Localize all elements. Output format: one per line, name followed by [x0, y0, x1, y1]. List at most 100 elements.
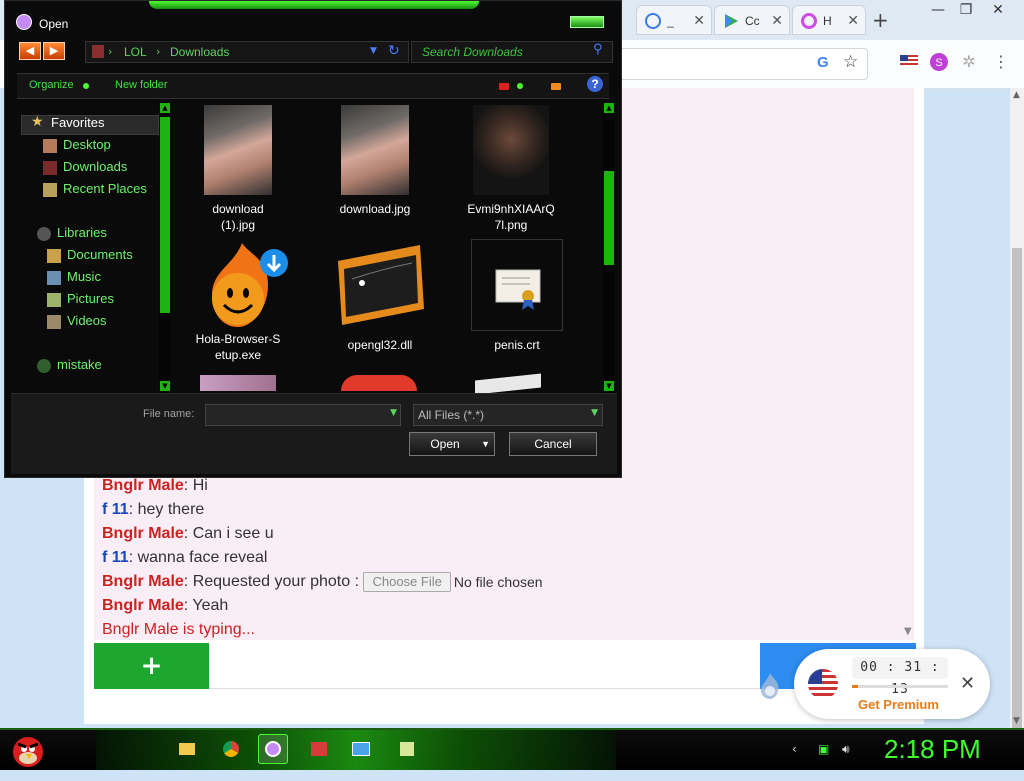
- chat-message: Bnglr Male: Yeah: [102, 596, 802, 620]
- computer-icon: [37, 359, 51, 373]
- file-explorer-icon[interactable]: [172, 734, 202, 764]
- forward-button[interactable]: ▶: [43, 42, 65, 60]
- file-item[interactable]: Hola-Browser-S etup.exe: [178, 239, 298, 363]
- search-downloads-input[interactable]: Search Downloads ⚲: [411, 41, 613, 63]
- extension-s-icon[interactable]: S: [928, 52, 950, 74]
- taskbar-clock[interactable]: 2:18 PM: [884, 734, 981, 765]
- breadcrumb[interactable]: › LOL › Downloads ▼ ↻: [85, 41, 409, 63]
- tray-arrow-icon[interactable]: ‹: [792, 742, 797, 756]
- bookmark-star-icon[interactable]: ☆: [843, 52, 858, 72]
- nav-label: Desktop: [63, 137, 111, 152]
- chevron-down-icon[interactable]: ▼: [591, 408, 598, 418]
- view-options-icon[interactable]: [499, 83, 509, 90]
- volume-icon[interactable]: 🔊︎: [842, 742, 850, 757]
- open-dropdown-icon[interactable]: ▼: [481, 433, 490, 455]
- close-tab-icon[interactable]: ✕: [771, 12, 783, 29]
- view-dropdown-icon[interactable]: [517, 83, 523, 89]
- svg-text:S: S: [935, 57, 942, 69]
- refresh-icon[interactable]: ↻: [388, 43, 400, 59]
- app-file-icon: [341, 375, 417, 391]
- message-text: : hey there: [128, 501, 205, 518]
- google-icon[interactable]: G: [817, 54, 829, 71]
- us-flag-extension-icon[interactable]: [898, 52, 920, 74]
- chat-message: Bnglr Male: Can i see u: [102, 524, 802, 548]
- browser-tab[interactable]: H ✕: [792, 5, 866, 35]
- file-item[interactable]: opengl32.dll: [320, 239, 440, 353]
- minimize-button[interactable]: —: [924, 2, 952, 18]
- organize-dropdown-icon[interactable]: [83, 83, 89, 89]
- file-item[interactable]: penis.crt: [457, 239, 577, 353]
- message-text: : Requested your photo :: [183, 573, 364, 591]
- add-attachment-button[interactable]: +: [94, 643, 209, 689]
- sticky-notes-icon[interactable]: [392, 734, 422, 764]
- cancel-button[interactable]: Cancel: [509, 432, 597, 456]
- scroll-down-icon[interactable]: ▼: [1013, 716, 1020, 726]
- file-item[interactable]: download (1).jpg: [178, 105, 298, 233]
- browser-tab[interactable]: _ ✕: [636, 5, 712, 35]
- extensions-puzzle-icon[interactable]: ✲: [958, 52, 980, 74]
- start-button-angry-bird-icon[interactable]: [6, 728, 48, 770]
- us-flag-icon: [808, 669, 838, 699]
- music-icon: [47, 271, 61, 285]
- scroll-up-icon[interactable]: ▲: [1013, 90, 1020, 100]
- display-settings-icon[interactable]: [346, 734, 376, 764]
- tab-title: H: [823, 14, 832, 28]
- tab-favicon-icon: [645, 13, 661, 29]
- chat-scroll-down-icon[interactable]: ▼: [904, 626, 912, 637]
- history-dropdown-icon[interactable]: ▼: [370, 46, 377, 56]
- message-text: : wanna face reveal: [128, 549, 268, 566]
- message-author: f 11: [102, 501, 129, 518]
- new-folder-button[interactable]: New folder: [115, 79, 168, 91]
- restore-button[interactable]: ❐: [952, 2, 980, 18]
- file-list-scrollbar[interactable]: ▲ ▼: [603, 101, 615, 393]
- close-window-button[interactable]: ✕: [984, 2, 1012, 18]
- scroll-down-icon[interactable]: ▼: [604, 381, 614, 391]
- dialog-close-button[interactable]: [570, 16, 604, 28]
- page-scrollbar[interactable]: ▲ ▼: [1010, 88, 1024, 728]
- file-name: download.jpg: [339, 202, 411, 216]
- file-name: Hola-Browser-S etup.exe: [195, 332, 281, 362]
- scroll-up-icon[interactable]: ▲: [160, 103, 170, 113]
- organize-menu[interactable]: Organize: [29, 79, 74, 91]
- browser-tab[interactable]: Cc ✕: [714, 5, 790, 35]
- chevron-down-icon[interactable]: ▼: [390, 408, 397, 418]
- file-item[interactable]: Evmi9nhXIAArQ 7l.png: [451, 105, 571, 233]
- back-button[interactable]: ◀: [19, 42, 41, 60]
- close-premium-icon[interactable]: ✕: [960, 673, 975, 694]
- pictures-icon: [47, 293, 61, 307]
- help-icon[interactable]: ?: [587, 76, 603, 92]
- scrollbar-thumb[interactable]: [604, 171, 614, 265]
- premium-widget: 00 : 31 : 13 Get Premium ✕: [794, 649, 990, 719]
- search-icon[interactable]: ⚲: [593, 42, 603, 57]
- close-tab-icon[interactable]: ✕: [693, 12, 705, 29]
- chat-message: Bnglr Male: Requested your photo : Choos…: [102, 572, 802, 596]
- nav-label: Favorites: [51, 115, 105, 130]
- breadcrumb-root[interactable]: LOL: [124, 45, 147, 59]
- choose-file-button[interactable]: Choose File: [363, 572, 451, 592]
- close-tab-icon[interactable]: ✕: [847, 12, 859, 29]
- scroll-down-icon[interactable]: ▼: [160, 381, 170, 391]
- breadcrumb-folder[interactable]: Downloads: [170, 45, 229, 59]
- open-button[interactable]: Open ▼: [409, 432, 495, 456]
- preview-pane-icon[interactable]: [551, 83, 561, 90]
- tab-title: _: [667, 14, 674, 28]
- get-premium-link[interactable]: Get Premium: [858, 697, 939, 712]
- scroll-up-icon[interactable]: ▲: [604, 103, 614, 113]
- file-type-select[interactable]: All Files (*.*) ▼: [413, 404, 603, 426]
- file-item[interactable]: download.jpg: [315, 105, 435, 217]
- nav-label: Documents: [67, 247, 133, 262]
- hola-flame-icon[interactable]: [758, 672, 782, 700]
- message-input[interactable]: [209, 688, 760, 689]
- open-file-dialog: Open ◀ ▶ › LOL › Downloads ▼ ↻ Search Do…: [4, 0, 622, 478]
- scrollbar-thumb[interactable]: [1012, 248, 1022, 728]
- network-icon[interactable]: ▣: [818, 742, 829, 756]
- nav-label: mistake: [57, 357, 102, 372]
- scrollbar-thumb[interactable]: [160, 117, 170, 313]
- new-tab-button[interactable]: +: [872, 8, 889, 32]
- file-name-input[interactable]: ▼: [205, 404, 401, 426]
- navigation-scrollbar[interactable]: ▲ ▼: [159, 101, 171, 393]
- browser-menu-icon[interactable]: ⋮: [990, 52, 1012, 74]
- hola-browser-icon[interactable]: [258, 734, 288, 764]
- chrome-icon[interactable]: [216, 734, 246, 764]
- media-player-icon[interactable]: [304, 734, 334, 764]
